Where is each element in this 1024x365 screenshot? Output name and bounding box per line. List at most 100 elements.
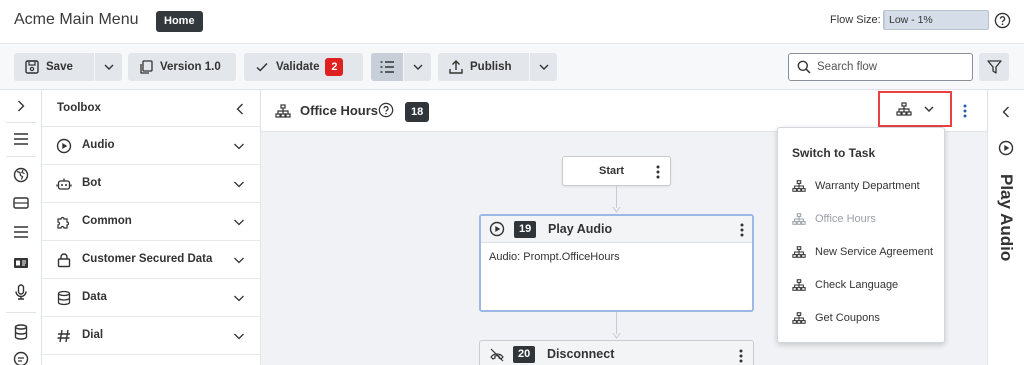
switch-task-button[interactable] bbox=[878, 91, 952, 127]
validate-error-count: 2 bbox=[325, 58, 344, 76]
filter-button[interactable] bbox=[979, 53, 1009, 81]
canvas-header: Office Hours 18 bbox=[261, 90, 987, 132]
disconnect-node[interactable]: 20 Disconnect bbox=[479, 340, 754, 365]
help-icon[interactable] bbox=[378, 102, 394, 118]
toolbox-category-label: Common bbox=[82, 215, 132, 227]
disconnect-icon bbox=[490, 348, 504, 362]
toolbox-category-customer-secured-data[interactable]: Customer Secured Data bbox=[42, 241, 261, 279]
flow-size-value: Low - 1% bbox=[889, 14, 933, 26]
play-audio-node[interactable]: 19 Play Audio Audio: Prompt.OfficeHours bbox=[479, 214, 754, 312]
flow-connector bbox=[616, 186, 617, 208]
rail-divider bbox=[6, 156, 36, 157]
task-hierarchy-icon bbox=[792, 246, 806, 258]
menu-item-label: Warranty Department bbox=[815, 180, 920, 192]
toolbox-category-audio[interactable]: Audio bbox=[42, 127, 261, 165]
chevron-down-icon bbox=[234, 143, 244, 150]
toolbox-category-label: Customer Secured Data bbox=[82, 253, 213, 265]
menu-item-get-coupons[interactable]: Get Coupons bbox=[778, 304, 944, 332]
flow-size-meter: Low - 1% bbox=[883, 10, 989, 30]
start-node[interactable]: Start bbox=[562, 156, 671, 186]
ticket-icon[interactable] bbox=[11, 193, 31, 213]
id-card-icon[interactable] bbox=[11, 253, 31, 273]
version-button[interactable]: Version 1.0 bbox=[128, 53, 236, 81]
flow-size-label: Flow Size: bbox=[830, 14, 881, 26]
menu-item-check-language[interactable]: Check Language bbox=[778, 271, 944, 299]
list-lines-icon[interactable] bbox=[11, 222, 31, 242]
toolbox-category-label: Bot bbox=[82, 177, 102, 189]
switch-task-menu: Switch to Task Warranty Department Offic… bbox=[777, 127, 945, 343]
save-label: Save bbox=[46, 61, 73, 73]
menu-icon[interactable] bbox=[11, 129, 31, 149]
copy-icon bbox=[138, 59, 154, 75]
microphone-icon[interactable] bbox=[11, 282, 31, 302]
list-view-button[interactable] bbox=[371, 53, 431, 81]
search-flow-field[interactable] bbox=[788, 53, 973, 81]
play-circle-icon bbox=[56, 138, 72, 154]
menu-item-label: Get Coupons bbox=[815, 312, 880, 324]
toolbox-category-data[interactable]: Data bbox=[42, 279, 261, 317]
app-title: Acme Main Menu bbox=[14, 11, 139, 28]
save-icon bbox=[24, 59, 40, 75]
menu-item-label: Check Language bbox=[815, 279, 899, 291]
arrow-down-icon bbox=[612, 207, 621, 213]
chat-icon[interactable] bbox=[11, 349, 31, 365]
start-node-label: Start bbox=[599, 165, 625, 177]
more-options-icon[interactable] bbox=[739, 349, 743, 363]
search-flow-input[interactable] bbox=[817, 61, 967, 73]
node-number: 19 bbox=[514, 221, 537, 238]
task-hierarchy-icon bbox=[792, 180, 806, 192]
help-icon[interactable] bbox=[994, 12, 1011, 29]
toolbox-category-bot[interactable]: Bot bbox=[42, 165, 261, 203]
globe-icon[interactable] bbox=[11, 165, 31, 185]
switch-task-title: Switch to Task bbox=[792, 146, 876, 160]
left-nav-rail bbox=[0, 90, 42, 365]
save-options-chevron-down-icon[interactable] bbox=[94, 53, 122, 81]
chevron-down-icon bbox=[234, 181, 244, 188]
play-circle-icon bbox=[489, 221, 505, 237]
expand-chevron-right-icon[interactable] bbox=[11, 96, 31, 116]
task-hierarchy-icon bbox=[792, 312, 806, 324]
save-button[interactable]: Save bbox=[14, 53, 122, 81]
properties-panel-collapsed[interactable]: Play Audio bbox=[987, 90, 1024, 365]
chevron-down-icon bbox=[234, 219, 244, 226]
properties-panel-title: Play Audio bbox=[997, 174, 1016, 262]
flow-size-fill bbox=[884, 11, 886, 29]
node-number: 20 bbox=[513, 346, 536, 363]
node-name: Disconnect bbox=[547, 347, 615, 361]
more-options-icon[interactable] bbox=[656, 165, 660, 179]
more-options-icon[interactable] bbox=[740, 223, 744, 237]
top-bar: Acme Main Menu Home Flow Size: Low - 1% bbox=[0, 0, 1024, 44]
database-icon[interactable] bbox=[11, 322, 31, 342]
menu-item-label: New Service Agreement bbox=[815, 246, 933, 258]
chevron-down-icon bbox=[924, 106, 934, 112]
search-icon bbox=[797, 60, 811, 74]
publish-options-chevron-down-icon[interactable] bbox=[529, 53, 557, 81]
menu-item-office-hours: Office Hours bbox=[778, 205, 944, 233]
validate-label: Validate bbox=[276, 61, 320, 73]
home-button[interactable]: Home bbox=[156, 11, 203, 32]
task-id-badge: 18 bbox=[405, 102, 430, 122]
upload-icon bbox=[448, 59, 464, 75]
toolbar: Save Version 1.0 Validate 2 Publish bbox=[0, 44, 1024, 90]
node-header: 19 Play Audio bbox=[481, 216, 752, 243]
publish-label: Publish bbox=[470, 61, 512, 73]
database-icon bbox=[57, 290, 71, 306]
chevron-down-icon bbox=[234, 333, 244, 340]
validate-button[interactable]: Validate 2 bbox=[244, 53, 363, 81]
task-hierarchy-icon bbox=[792, 213, 806, 225]
menu-item-warranty-department[interactable]: Warranty Department bbox=[778, 172, 944, 200]
flow-connector bbox=[616, 312, 617, 334]
menu-item-new-service-agreement[interactable]: New Service Agreement bbox=[778, 238, 944, 266]
toolbox-header: Toolbox bbox=[42, 90, 261, 127]
toolbox-category-dial[interactable]: Dial bbox=[42, 317, 261, 355]
expand-chevron-left-icon[interactable] bbox=[1002, 106, 1010, 118]
toolbox-category-label: Audio bbox=[82, 139, 115, 151]
lock-icon bbox=[57, 253, 71, 268]
list-view-chevron-down-icon[interactable] bbox=[403, 53, 431, 81]
chevron-down-icon bbox=[234, 257, 244, 264]
toolbox-category-common[interactable]: Common bbox=[42, 203, 261, 241]
collapse-chevron-left-icon[interactable] bbox=[236, 103, 244, 115]
filter-icon bbox=[986, 60, 1002, 74]
more-options-icon[interactable] bbox=[963, 104, 967, 118]
publish-button[interactable]: Publish bbox=[438, 53, 557, 81]
